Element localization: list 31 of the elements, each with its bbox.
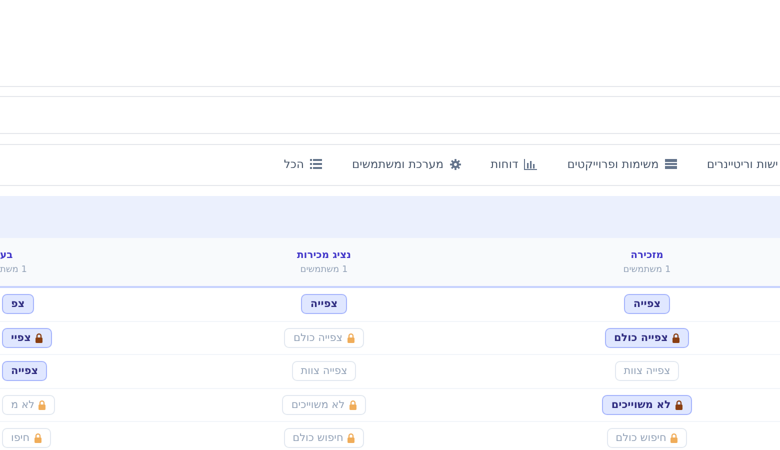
user-count: 1 משתמשים: [623, 264, 671, 274]
category-tab[interactable]: מערכת ומשתמשים: [352, 153, 461, 177]
permission-chip[interactable]: צפייה כולם: [604, 328, 690, 348]
permission-chip[interactable]: צפייה: [2, 361, 48, 382]
lock-icon: [346, 332, 355, 343]
permission-chip[interactable]: צפיי: [2, 328, 52, 348]
permission-chip[interactable]: לא משוייכים: [602, 394, 692, 415]
permission-chip[interactable]: צפ: [2, 294, 34, 314]
category-tab[interactable]: ישות וריטיינרים: [706, 153, 778, 177]
lock-icon: [348, 400, 357, 410]
lock-icon: [672, 332, 680, 343]
table-icon: [664, 159, 677, 169]
category-tab[interactable]: משימות ופרוייקטים: [567, 153, 677, 177]
user-count: 1 משתמשים: [300, 264, 348, 274]
role-title: נציג מכירות: [296, 250, 352, 260]
role-title: מזכירה: [630, 250, 664, 260]
permission-chip[interactable]: צפייה: [624, 294, 670, 314]
settings-icon: [450, 158, 461, 170]
list-icon: [310, 159, 322, 169]
lock-icon: [347, 433, 356, 444]
role-title: בע: [0, 250, 13, 260]
category-tab[interactable]: דוחות: [490, 153, 538, 177]
bar-chart-icon: [524, 158, 538, 170]
lock-icon: [38, 400, 46, 410]
category-tab[interactable]: הכל: [284, 153, 322, 177]
lock-icon: [674, 400, 683, 410]
lock-icon: [34, 332, 43, 343]
permission-chip[interactable]: צפייה: [301, 294, 347, 314]
lock-icon: [670, 433, 678, 444]
lock-icon: [34, 433, 42, 444]
user-count: 1 משת: [0, 264, 27, 274]
